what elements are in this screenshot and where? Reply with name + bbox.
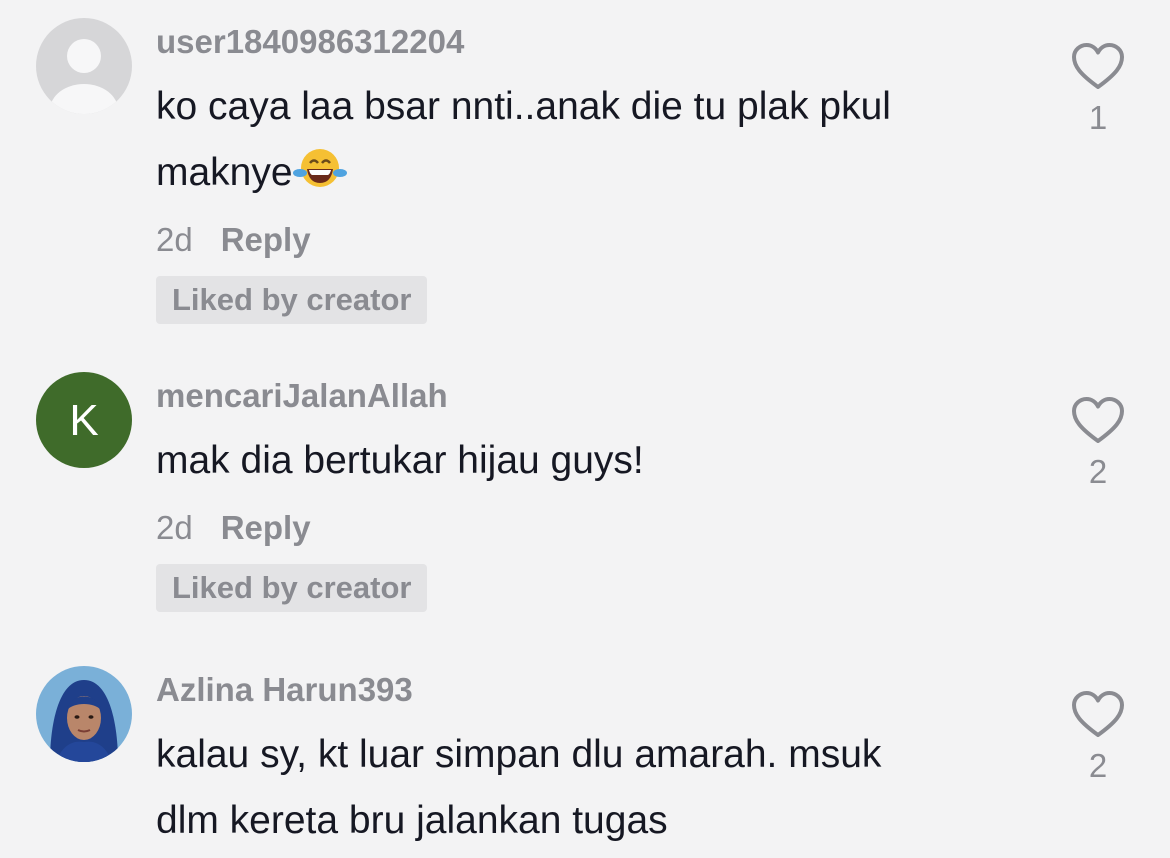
avatar-letter: K xyxy=(69,396,98,445)
like-button[interactable]: 2 xyxy=(1066,690,1130,786)
comment-list: user1840986312204 ko caya laa bsar nnti.… xyxy=(0,0,1170,858)
letter-avatar: K xyxy=(36,372,132,468)
comment-text: mak dia bertukar hijau guys! xyxy=(156,428,1036,494)
comment-text-line: kalau sy, kt luar simpan dlu amarah. msu… xyxy=(156,733,882,776)
heart-icon xyxy=(1072,43,1124,89)
comment-username[interactable]: mencariJalanAllah xyxy=(156,372,1036,420)
like-button[interactable]: 1 xyxy=(1066,42,1130,138)
profile-photo xyxy=(36,666,132,762)
default-avatar-icon xyxy=(36,18,132,114)
comment-username[interactable]: user1840986312204 xyxy=(156,18,1036,66)
comment-meta: 2d Reply xyxy=(156,216,1036,264)
reply-button[interactable]: Reply xyxy=(221,221,311,258)
avatar[interactable] xyxy=(36,18,132,114)
comment-meta: 2d Reply xyxy=(156,504,1036,552)
comment-body: Azlina Harun393 kalau sy, kt luar simpan… xyxy=(156,666,1036,854)
heart-icon xyxy=(1072,691,1124,737)
comment-time: 2d xyxy=(156,509,193,546)
comment-username[interactable]: Azlina Harun393 xyxy=(156,666,1036,714)
like-count: 2 xyxy=(1088,453,1108,490)
liked-by-creator-badge: Liked by creator xyxy=(156,276,428,324)
comment-text-line: ko caya laa bsar nnti..anak die tu plak … xyxy=(156,85,891,128)
comment-text-line: dlm kereta bru jalankan tugas xyxy=(156,799,668,842)
comment-time: 2d xyxy=(156,221,193,258)
comment-text-line: mak dia bertukar hijau guys! xyxy=(156,439,644,482)
like-count: 2 xyxy=(1088,747,1108,784)
comment-body: mencariJalanAllah mak dia bertukar hijau… xyxy=(156,372,1036,612)
heart-icon xyxy=(1072,397,1124,443)
comment-body: user1840986312204 ko caya laa bsar nnti.… xyxy=(156,18,1036,324)
comment-text-line: maknye xyxy=(156,151,293,194)
like-count: 1 xyxy=(1088,99,1108,136)
laughing-tears-emoji-icon xyxy=(292,149,347,187)
liked-by-creator-badge: Liked by creator xyxy=(156,564,428,612)
avatar[interactable] xyxy=(36,666,132,762)
avatar[interactable]: K xyxy=(36,372,132,468)
like-button[interactable]: 2 xyxy=(1066,396,1130,492)
comment-text: kalau sy, kt luar simpan dlu amarah. msu… xyxy=(156,722,1036,854)
comment-text: ko caya laa bsar nnti..anak die tu plak … xyxy=(156,74,1036,206)
reply-button[interactable]: Reply xyxy=(221,509,311,546)
